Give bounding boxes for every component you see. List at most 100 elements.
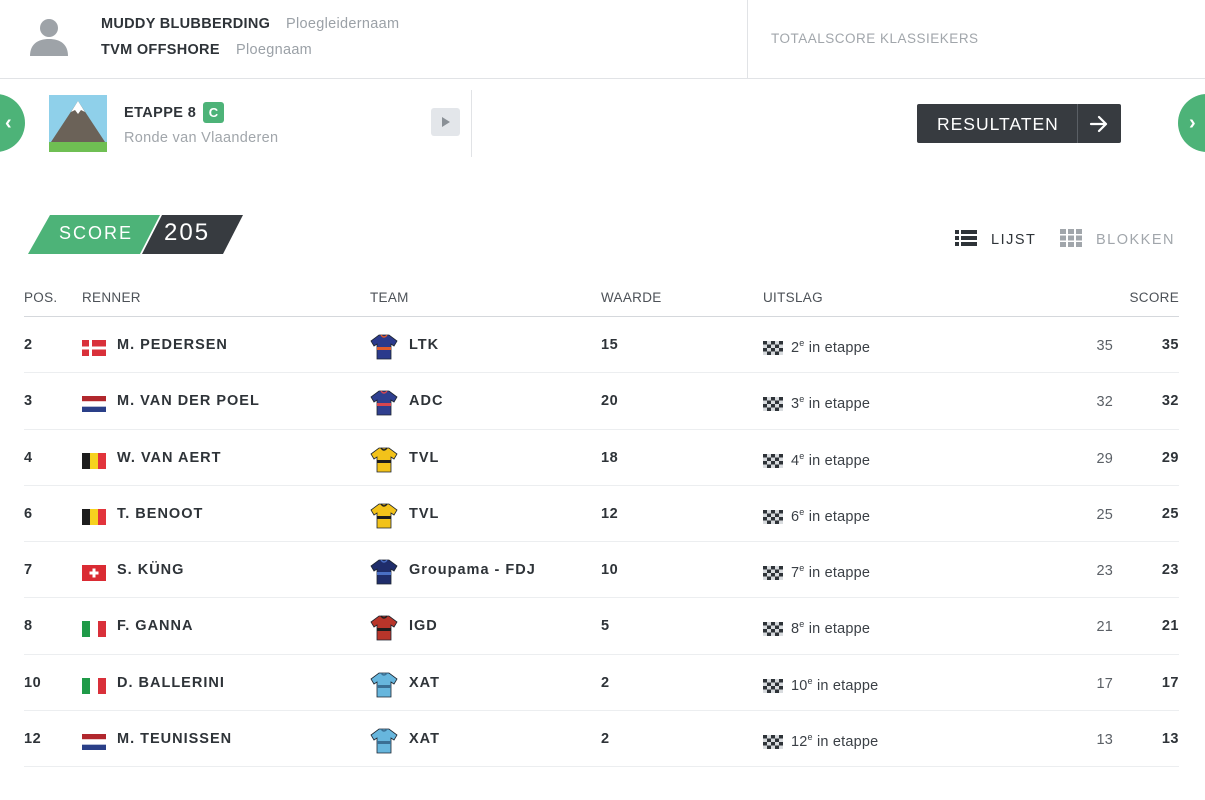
checkered-flag-icon [763,341,783,355]
team-jersey-icon [370,333,398,361]
grid-icon [1060,229,1082,247]
column-header-team: TEAM [370,290,409,305]
play-icon [442,117,450,127]
rider-position: 4 [24,449,33,466]
rider-name[interactable]: S. KÜNG [117,562,184,578]
rider-position: 7 [24,562,33,579]
team-name: TVL [409,449,440,466]
team-name: TVM OFFSHORE [101,42,220,58]
rider-position: 2 [24,337,33,353]
rider-name[interactable]: W. VAN AERT [117,450,221,466]
country-flag-icon [82,396,106,413]
table-row[interactable]: 7 S. KÜNG Groupama - FDJ 10 7e in etappe 23 23 [24,542,1179,599]
mountain-icon [49,95,107,152]
result-suffix: in etappe [812,677,879,694]
rider-value: 12 [601,505,619,522]
checkered-flag-icon [763,397,783,412]
team-jersey-icon [370,389,398,417]
column-header-rider: RENNER [82,290,141,305]
chevron-right-icon: › [1189,112,1196,134]
checkered-flag-icon [763,735,783,750]
team-name: ADC [409,393,444,410]
stage-result: 2e in etappe [791,338,870,356]
stage-select-button[interactable] [431,108,460,136]
result-suffix: in etappe [804,452,871,469]
team-jersey-icon [370,502,398,530]
rider-name[interactable]: F. GANNA [117,618,193,634]
table-row[interactable]: 10 D. BALLERINI XAT 2 10e in etappe 17 17 [24,655,1179,712]
stage-type-badge: C [203,102,224,123]
rider-value: 10 [601,562,619,579]
country-flag-icon [82,340,106,356]
checkered-flag-icon [763,622,783,637]
rider-name[interactable]: D. BALLERINI [117,675,225,691]
stage-points: 25 [1096,506,1113,523]
rider-score: 13 [1161,731,1179,748]
next-stage-button[interactable]: › [1178,94,1205,152]
results-button-separator [1077,104,1078,143]
rider-name[interactable]: T. BENOOT [117,506,203,522]
column-header-value: WAARDE [601,290,662,305]
stage-points: 21 [1096,619,1113,636]
team-name: LTK [409,337,440,353]
table-row[interactable]: 2 M. PEDERSEN LTK 15 2e in etappe 35 35 [24,317,1179,374]
checkered-flag-icon [763,453,783,468]
result-suffix: in etappe [804,565,871,582]
rider-value: 18 [601,449,619,466]
list-view-label: LIJST [991,232,1037,248]
stage-points: 29 [1096,450,1113,467]
result-suffix: in etappe [804,339,871,356]
result-suffix: in etappe [804,508,871,525]
stage-result: 8e in etappe [791,619,870,637]
column-header-score: SCORE [1129,290,1179,305]
previous-stage-button[interactable]: ‹ [0,94,25,152]
rider-name[interactable]: M. VAN DER POEL [117,393,260,409]
table-row[interactable]: 4 W. VAN AERT TVL 18 4e in etappe 29 29 [24,430,1179,486]
rider-value: 5 [601,618,610,635]
result-suffix: in etappe [804,396,871,413]
stage-points: 13 [1096,732,1113,749]
stage-points: 35 [1096,338,1113,354]
checkered-flag-icon [763,509,783,524]
country-flag-icon [82,734,106,751]
team-line: TVM OFFSHORE Ploegnaam [101,42,312,58]
rider-position: 3 [24,393,33,410]
rider-value: 2 [601,674,610,691]
table-row[interactable]: 3 M. VAN DER POEL ADC 20 3e in etappe 32 32 [24,373,1179,430]
rider-value: 20 [601,393,619,410]
rider-score: 35 [1161,337,1179,353]
stage-result: 12e in etappe [791,732,878,750]
rider-score: 21 [1161,618,1179,635]
country-flag-icon [82,621,106,638]
table-row[interactable]: 6 T. BENOOT TVL 12 6e in etappe 25 25 [24,486,1179,543]
table-row[interactable]: 8 F. GANNA IGD 5 8e in etappe 21 21 [24,598,1179,655]
table-row[interactable]: 12 M. TEUNISSEN XAT 2 12e in etappe 13 13 [24,711,1179,768]
results-button[interactable]: RESULTATEN [917,104,1121,143]
rider-position: 12 [24,731,42,748]
checkered-flag-icon [763,566,783,581]
team-jersey-icon [370,614,398,642]
score-value: 205 [164,219,211,246]
result-place: 10 [791,677,808,694]
rider-position: 8 [24,618,33,635]
checkered-flag-icon [763,678,783,693]
rider-name[interactable]: M. TEUNISSEN [117,731,232,747]
stage-points: 32 [1096,394,1113,411]
rider-score: 32 [1161,393,1179,410]
stage-result: 4e in etappe [791,451,870,469]
stage-result: 3e in etappe [791,394,870,412]
country-flag-icon [82,677,106,694]
stage-result: 6e in etappe [791,507,870,525]
manager-line: MUDDY BLUBBERDING Ploegleidernaam [101,16,399,32]
country-flag-icon [82,565,106,582]
rider-value: 15 [601,337,619,353]
blocks-view-label: BLOKKEN [1096,232,1175,248]
chevron-left-icon: ‹ [5,112,12,134]
rider-name[interactable]: M. PEDERSEN [117,337,228,353]
stage-result: 10e in etappe [791,676,878,694]
total-score-label: TOTAALSCORE KLASSIEKERS [771,31,979,46]
rider-score: 25 [1161,505,1179,522]
arrow-right-icon [1089,115,1108,133]
rider-position: 10 [24,674,42,691]
user-icon [30,19,68,56]
